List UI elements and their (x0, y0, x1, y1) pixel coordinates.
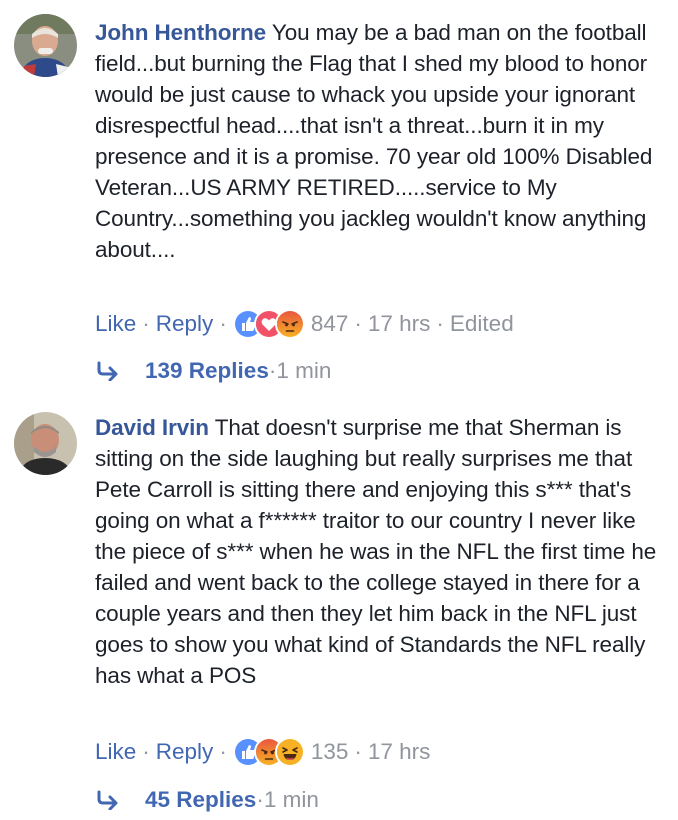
reply-button[interactable]: Reply (156, 311, 214, 337)
reaction-count[interactable]: 847 (311, 311, 349, 337)
reactions[interactable] (232, 737, 305, 767)
comment-body: David Irvin That doesn't surprise me tha… (95, 412, 660, 691)
comment-text: That doesn't surprise me that Sherman is… (95, 415, 657, 688)
comment-actions: Like · Reply · 135 · 17 hrs (95, 737, 430, 767)
separator: · (256, 787, 264, 812)
replies-row: 45 Replies · 1 min (95, 785, 319, 815)
avatar[interactable] (14, 412, 77, 475)
separator: · (219, 311, 227, 336)
reply-arrow-icon (97, 361, 118, 381)
edited-label[interactable]: Edited (450, 311, 514, 337)
like-button[interactable]: Like (95, 739, 136, 765)
author-name[interactable]: John Henthorne (95, 20, 266, 45)
comment-body: John Henthorne You may be a bad man on t… (95, 17, 660, 265)
separator: · (354, 739, 362, 764)
timestamp[interactable]: 17 hrs (368, 311, 431, 337)
haha-reaction-icon (274, 737, 305, 767)
replies-row: 139 Replies · 1 min (95, 356, 331, 386)
separator: · (436, 311, 444, 336)
like-button[interactable]: Like (95, 311, 136, 337)
angry-reaction-icon (274, 309, 305, 339)
view-replies-link[interactable]: 45 Replies (145, 787, 256, 813)
comment-actions: Like · Reply · 847 · 17 hrs · Edited (95, 309, 514, 339)
comment-text: You may be a bad man on the football fie… (95, 20, 653, 262)
separator: · (268, 358, 277, 383)
separator: · (354, 311, 362, 336)
reactions[interactable] (232, 309, 305, 339)
timestamp[interactable]: 17 hrs (368, 739, 431, 765)
view-replies-link[interactable]: 139 Replies (145, 358, 269, 384)
separator: · (219, 739, 227, 764)
avatar[interactable] (14, 14, 77, 77)
replies-time: 1 min (263, 787, 319, 812)
separator: · (142, 739, 150, 764)
reply-arrow-icon (97, 790, 118, 810)
reaction-count[interactable]: 135 (311, 739, 349, 765)
replies-time: 1 min (276, 358, 332, 383)
reply-button[interactable]: Reply (156, 739, 214, 765)
author-name[interactable]: David Irvin (95, 415, 209, 440)
separator: · (142, 311, 150, 336)
